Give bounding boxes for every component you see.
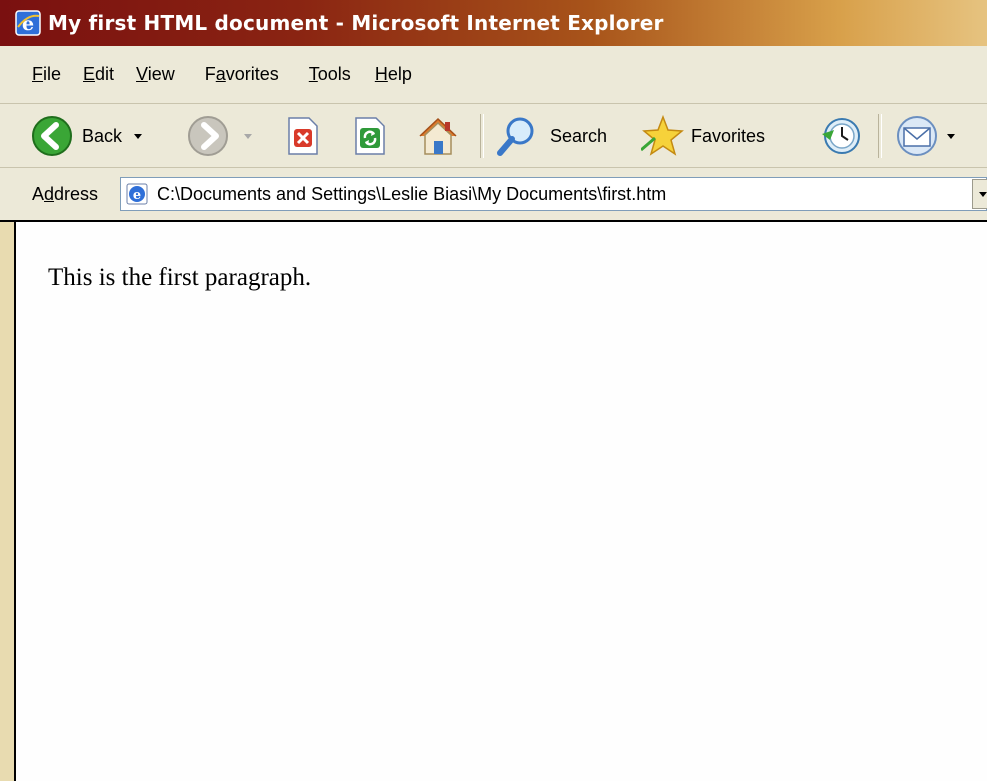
home-button[interactable] bbox=[414, 112, 462, 160]
menu-tools[interactable]: Tools bbox=[309, 60, 351, 89]
svg-text:e: e bbox=[133, 188, 141, 203]
standard-toolbar: Back Search Favorites bbox=[0, 104, 987, 168]
back-label: Back bbox=[82, 125, 123, 146]
address-value: C:\Documents and Settings\Leslie Biasi\M… bbox=[157, 183, 667, 204]
address-dropdown-button[interactable] bbox=[972, 179, 987, 209]
mail-dropdown-icon[interactable] bbox=[947, 133, 955, 139]
back-dropdown-icon[interactable] bbox=[134, 133, 143, 139]
browser-window: e My first HTML document - Microsoft Int… bbox=[0, 0, 987, 781]
history-icon bbox=[822, 118, 860, 154]
internet-explorer-icon[interactable]: e bbox=[14, 9, 42, 37]
menu-edit[interactable]: Edit bbox=[83, 60, 114, 89]
home-icon bbox=[419, 117, 457, 155]
search-magnifier-icon bbox=[497, 117, 534, 156]
toolbar-separator bbox=[480, 114, 484, 158]
window-title: My first HTML document - Microsoft Inter… bbox=[48, 11, 664, 35]
mail-button[interactable] bbox=[895, 112, 955, 160]
stop-icon bbox=[288, 117, 318, 155]
menu-view[interactable]: View bbox=[136, 60, 175, 89]
menu-bar: File Edit View Favorites Tools Help bbox=[0, 46, 987, 104]
mail-icon bbox=[897, 116, 937, 156]
window-frame-left bbox=[0, 222, 14, 781]
menu-file[interactable]: File bbox=[32, 60, 61, 89]
stop-button[interactable] bbox=[285, 112, 321, 160]
first-paragraph: This is the first paragraph. bbox=[48, 264, 312, 291]
history-button[interactable] bbox=[818, 112, 864, 160]
forward-arrow-icon bbox=[188, 116, 228, 156]
forward-dropdown-icon[interactable] bbox=[244, 133, 252, 139]
forward-button[interactable] bbox=[186, 112, 252, 160]
search-label: Search bbox=[550, 125, 608, 146]
address-input[interactable]: e C:\Documents and Settings\Leslie Biasi… bbox=[120, 177, 987, 211]
favorites-star-icon bbox=[641, 114, 684, 156]
menu-help[interactable]: Help bbox=[375, 60, 412, 89]
search-button[interactable]: Search bbox=[494, 112, 607, 160]
address-label: Address bbox=[32, 184, 99, 204]
title-bar[interactable]: e My first HTML document - Microsoft Int… bbox=[0, 0, 987, 46]
toolbar-separator-2 bbox=[878, 114, 882, 158]
page-content[interactable]: This is the first paragraph. bbox=[14, 222, 987, 781]
back-arrow-icon bbox=[32, 116, 72, 156]
refresh-button[interactable] bbox=[352, 112, 388, 160]
refresh-icon bbox=[355, 117, 385, 155]
favorites-label: Favorites bbox=[691, 125, 766, 146]
page-icon: e bbox=[126, 183, 148, 205]
favorites-button[interactable]: Favorites bbox=[641, 112, 765, 160]
menu-favorites[interactable]: Favorites bbox=[205, 60, 279, 89]
back-button[interactable]: Back bbox=[30, 112, 143, 160]
chevron-down-icon bbox=[979, 191, 987, 197]
address-bar: Address e C:\Documents and Settings\Lesl… bbox=[0, 168, 987, 222]
